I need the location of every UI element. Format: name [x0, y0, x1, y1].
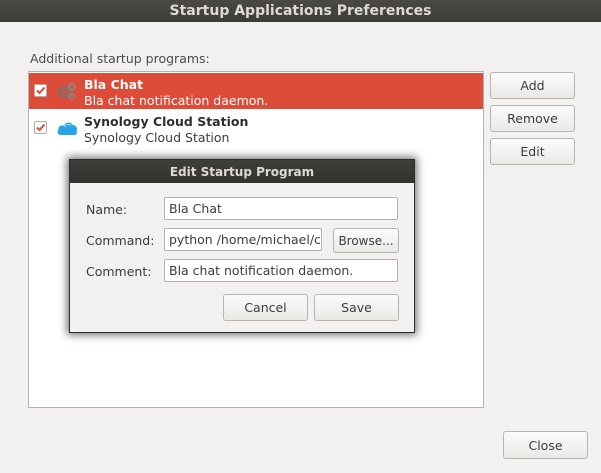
command-label: Command: [86, 233, 155, 248]
name-label: Name: [86, 202, 128, 217]
dialog-title: Edit Startup Program [70, 160, 414, 183]
list-item-bla-chat[interactable]: Bla Chat Bla chat notification daemon. [29, 73, 483, 109]
startup-programs-label: Additional startup programs: [30, 51, 210, 66]
save-button[interactable]: Save [314, 294, 399, 321]
comment-label: Comment: [86, 264, 152, 279]
edit-startup-program-dialog: Edit Startup Program Name: Bla Chat Comm… [69, 159, 415, 333]
browse-button[interactable]: Browse... [333, 228, 399, 253]
program-name: Synology Cloud Station [84, 114, 249, 129]
close-button[interactable]: Close [503, 431, 588, 459]
program-description: Synology Cloud Station [84, 130, 230, 145]
program-name: Bla Chat [84, 77, 144, 92]
enabled-checkbox[interactable] [34, 121, 47, 134]
list-item-synology[interactable]: Synology Cloud Station Synology Cloud St… [29, 110, 483, 146]
comment-field[interactable]: Bla chat notification daemon. [164, 259, 398, 282]
cloud-icon [57, 122, 78, 135]
name-field[interactable]: Bla Chat [164, 197, 398, 220]
program-description: Bla chat notification daemon. [84, 93, 269, 108]
remove-button[interactable]: Remove [490, 105, 575, 132]
add-button[interactable]: Add [490, 72, 575, 99]
cancel-button[interactable]: Cancel [223, 294, 308, 321]
edit-button[interactable]: Edit [490, 138, 575, 165]
window-title: Startup Applications Preferences [0, 0, 601, 22]
gears-icon [58, 82, 77, 101]
enabled-checkbox[interactable] [34, 84, 47, 97]
command-field[interactable]: python /home/michael/cl [164, 228, 322, 251]
